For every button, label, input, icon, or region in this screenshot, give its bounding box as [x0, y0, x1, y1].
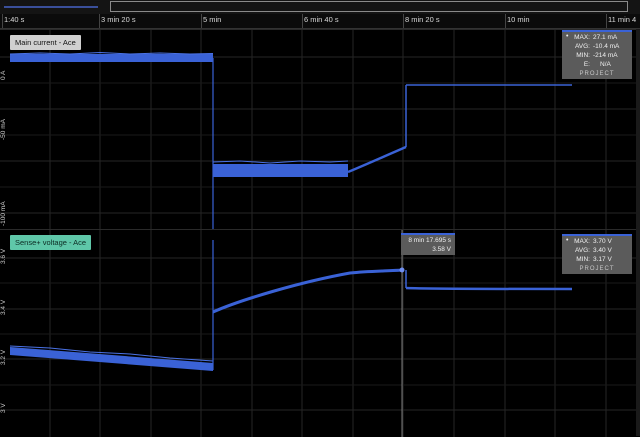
- time-tick-mark: [2, 14, 3, 28]
- voltage-trace-flat: [405, 286, 573, 291]
- voltage-trace-recovery: [212, 268, 403, 314]
- voltage-stats-panel: • MAX: 3.70 V AVG: 3.40 V MIN: 3.17 V PROJEC…: [562, 234, 632, 274]
- voltage-y-tick: 3.6 V: [0, 248, 7, 264]
- stat-max-value: 3.70 V: [593, 238, 612, 245]
- current-trace-segment: [213, 164, 348, 177]
- voltage-y-tick: 3 V: [0, 403, 7, 413]
- current-chart-pane[interactable]: Main current - Ace 0 A -50 mA -100 mA • M…: [0, 29, 636, 229]
- overview-window-selector[interactable]: [110, 1, 628, 12]
- current-y-tick: -100 mA: [0, 201, 7, 226]
- overview-trace: [4, 6, 98, 8]
- current-pane-title[interactable]: Main current - Ace: [10, 35, 81, 50]
- time-tick-label: 6 min 40 s: [304, 15, 339, 24]
- current-stats-panel: • MAX: 27.1 mA AVG: -10.4 mA MIN: -214 mA E:…: [562, 30, 632, 79]
- time-tick-mark: [302, 14, 303, 28]
- stat-max-value: 27.1 mA: [593, 34, 618, 41]
- current-trace-ramp: [347, 145, 407, 174]
- stat-label: E:: [583, 61, 590, 68]
- cursor-time: 8 min 17.695 s: [408, 237, 451, 244]
- time-tick-label: 11 min 4: [608, 15, 637, 24]
- stat-e-value: N/A: [600, 61, 611, 68]
- bullet-icon: •: [566, 237, 569, 244]
- time-tick-label: 1:40 s: [4, 15, 25, 24]
- cursor-readout: 8 min 17.695 s 3.58 V: [401, 233, 455, 255]
- voltage-plot[interactable]: [0, 230, 636, 437]
- current-trace-noise: [9, 51, 214, 55]
- stat-avg-value: -10.4 mA: [593, 43, 620, 50]
- stat-label: MIN:: [576, 52, 590, 59]
- voltage-chart-pane[interactable]: Sense+ voltage - Ace 3.6 V 3.4 V 3.2 V 3…: [0, 229, 636, 437]
- cursor-marker[interactable]: [399, 267, 405, 273]
- voltage-pane-title[interactable]: Sense+ voltage - Ace: [10, 235, 92, 250]
- time-tick-mark: [505, 14, 506, 28]
- current-trace-segment: [10, 54, 213, 62]
- stat-min-value: 3.17 V: [593, 256, 612, 263]
- overview-strip[interactable]: [0, 0, 640, 14]
- voltage-y-tick: 3.4 V: [0, 299, 7, 315]
- stat-label: MIN:: [576, 256, 590, 263]
- project-button[interactable]: PROJECT: [562, 265, 632, 274]
- power-profiler-window: 1:40 s 3 min 20 s 5 min 6 min 40 s 8 min…: [0, 0, 640, 437]
- current-y-tick: 0 A: [0, 70, 7, 80]
- time-tick-label: 8 min 20 s: [405, 15, 440, 24]
- stat-min-value: -214 mA: [593, 52, 618, 59]
- current-y-tick: -50 mA: [0, 119, 7, 140]
- vertical-scrollbar[interactable]: [636, 29, 640, 436]
- stat-label: AVG:: [574, 43, 590, 50]
- time-tick-label: 10 min: [507, 15, 530, 24]
- current-plot[interactable]: [0, 30, 636, 229]
- project-button[interactable]: PROJECT: [562, 70, 632, 79]
- stat-label: MAX:: [574, 238, 590, 245]
- stat-label: AVG:: [574, 247, 590, 254]
- cursor-value: 3.58 V: [432, 246, 451, 253]
- time-tick-label: 3 min 20 s: [101, 15, 136, 24]
- bullet-icon: •: [566, 33, 569, 40]
- stat-label: MAX:: [574, 34, 590, 41]
- time-tick-mark: [606, 14, 607, 28]
- time-tick-mark: [403, 14, 404, 28]
- time-tick-label: 5 min: [203, 15, 222, 24]
- voltage-y-tick: 3.2 V: [0, 349, 7, 365]
- stat-avg-value: 3.40 V: [593, 247, 612, 254]
- time-axis[interactable]: 1:40 s 3 min 20 s 5 min 6 min 40 s 8 min…: [0, 14, 640, 29]
- time-tick-mark: [201, 14, 202, 28]
- time-tick-mark: [99, 14, 100, 28]
